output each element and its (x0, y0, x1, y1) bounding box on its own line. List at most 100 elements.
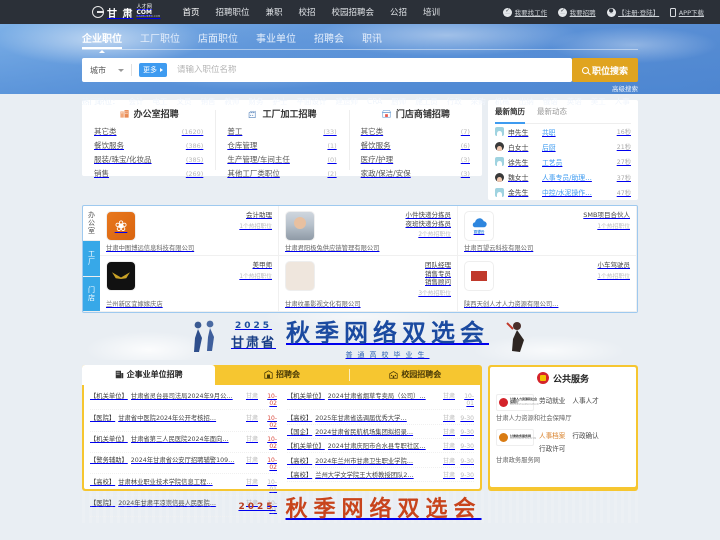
tab-campus-jobfair[interactable]: 校园招聘会 (348, 365, 482, 385)
tab-enterprise-jobs[interactable]: 企业职位 (82, 30, 122, 53)
resume-row[interactable]: 徐先生 工艺员 27秒 (495, 154, 631, 169)
tab-factory-jobs[interactable]: 工厂职位 (140, 30, 180, 49)
news-item[interactable]: 【高校】 兰州大学文学院王大桥教授团队2… 甘肃 9-30 (287, 468, 474, 483)
tab-job-news[interactable]: 职讯 (362, 30, 382, 49)
company-logo-icon: 百望云 (464, 210, 494, 241)
news-title: 甘肃林业职业技术学院信息工程… (118, 478, 213, 486)
tab-latest-resume[interactable]: 最新简历 (495, 106, 525, 124)
news-item[interactable]: 【警务辅助】 2024年甘肃省公安厅招聘辅警109… 甘肃 10-02 (90, 453, 277, 475)
category-item[interactable]: 普工 (33) (227, 125, 336, 139)
tab-job-fair[interactable]: 招聘会 (314, 30, 344, 49)
hot-keyword[interactable]: 护士 (273, 96, 288, 107)
hot-keyword[interactable]: 销售 (201, 96, 216, 107)
hot-keyword[interactable]: 教师 (225, 96, 240, 107)
site-logo[interactable]: 甘 肃 人才网 COM GANSUREN.COM (92, 5, 160, 20)
company-grid: ❀ 会计助理 1个热招职位 甘肃中图博远信息科技有限公司 小件快递分拣员 夜班快… (100, 205, 637, 312)
news-region: 甘肃 (442, 428, 455, 436)
news-item[interactable]: 【国企】 2024甘肃省民航机场集团拟招录… 甘肃 9-30 (287, 425, 474, 440)
hot-keyword[interactable]: 行政 (447, 96, 462, 107)
news-item[interactable]: 【机关单位】 甘肃省灵台县司法局2024年9月公… 甘肃 10-02 (90, 389, 277, 411)
search-button[interactable]: 职位搜索 (572, 58, 638, 82)
news-item[interactable]: 【高校】 2024年兰州市甘肃卫生职业学院… 甘肃 9-30 (287, 453, 474, 468)
hot-keyword[interactable]: 人事 (615, 96, 630, 107)
news-title: 2025年甘肃省选调届优秀大学… (315, 414, 407, 422)
autumn-jobfair-banner-bottom[interactable]: 2025 秋季网络双选会 (82, 490, 638, 523)
service-link[interactable]: 行政确认 (572, 430, 598, 440)
hot-keyword[interactable]: 平面设计 (297, 96, 327, 107)
company-cell[interactable]: 小车驾驶员 1个热招职位 陕西天创人才人力资源有限公司… (458, 255, 637, 312)
category-item[interactable]: 其它类 (7) (361, 125, 470, 139)
news-item[interactable]: 【机关单位】 2024甘肃庆阳市合水县专职社区… 甘肃 9-30 (287, 439, 474, 454)
hot-keyword[interactable]: 会计 (129, 96, 144, 107)
hot-keyword[interactable]: 厨师 (391, 96, 406, 107)
resume-row[interactable]: 金先生 中控/水泥操作… 47秒 (495, 185, 631, 200)
category-item[interactable]: 餐饮服务 (386) (94, 139, 203, 153)
news-item[interactable]: 【高校】 2025年甘肃省选调届优秀大学… 甘肃 9-30 (287, 410, 474, 425)
side-tab-store[interactable]: 门店 (83, 276, 100, 312)
menu-item-campus[interactable]: 校招 (299, 6, 316, 18)
service-link[interactable]: 劳动就业 (539, 395, 565, 405)
tab-enterprise-recruit[interactable]: 企事业单位招聘 (82, 364, 216, 385)
autumn-jobfair-banner[interactable]: 2025 甘肃省 秋季网络双选会 普通高校毕业生 (82, 312, 638, 360)
tab-institution-jobs[interactable]: 事业单位 (256, 30, 296, 49)
category-item[interactable]: 医疗/护理 (3) (361, 153, 470, 167)
company-cell[interactable]: 团队经理 销售专员 销售顾问 3个热招职位 甘肃纹墨影视文化有限公司 (279, 255, 458, 312)
company-cell[interactable]: ❀ 会计助理 1个热招职位 甘肃中图博远信息科技有限公司 (100, 205, 279, 256)
service-link[interactable]: 人事人才 (572, 395, 598, 405)
menu-item-training[interactable]: 培训 (423, 6, 440, 18)
news-title: 2024甘肃省烟草专卖局（公司）… (327, 393, 426, 401)
category-item[interactable]: 其他工厂类职位 (2) (227, 166, 336, 180)
city-selector[interactable]: 城市 (90, 65, 124, 76)
more-filters-button[interactable]: 更多 (139, 63, 167, 77)
office-building-icon (120, 110, 129, 118)
tab-jobfair[interactable]: 招聘会 (215, 365, 348, 385)
register-login-action[interactable]: ● 【注册·登陆】 (606, 7, 659, 17)
side-tab-office[interactable]: 办公室 (83, 206, 100, 242)
hot-keyword[interactable]: 英语 (567, 96, 582, 107)
news-region: 甘肃 (442, 457, 455, 465)
category-item[interactable]: 销售 (269) (94, 166, 203, 180)
hot-keyword[interactable]: CRA (367, 97, 382, 106)
news-item[interactable]: 【机关单位】 甘肃省第三人民医院2024年面向… 甘肃 10-02 (90, 432, 277, 454)
service-link[interactable]: 人事档案 (539, 430, 565, 440)
category-item[interactable]: 其它类 (1620) (94, 125, 203, 139)
resume-row[interactable]: 申先生 共职 16秒 (495, 124, 631, 139)
hot-keyword[interactable]: 财务 (249, 96, 264, 107)
menu-item-home[interactable]: 首页 (182, 6, 199, 18)
menu-item-campus-fair[interactable]: 校园招聘会 (332, 6, 375, 18)
side-tab-factory[interactable]: 工厂 (83, 241, 100, 277)
post-job-action[interactable]: ✓ 我要招聘 (558, 7, 596, 17)
tab-latest-activity[interactable]: 最新动态 (537, 106, 567, 120)
hot-keyword[interactable]: 美工 (591, 96, 606, 107)
tab-store-jobs[interactable]: 店面职位 (198, 30, 238, 49)
company-cell[interactable]: 美甲师 1个热招职位 兰州新区宜嫁嫁庆店 (100, 255, 279, 312)
category-item-count: (1620) (181, 128, 204, 137)
menu-item-parttime[interactable]: 兼职 (265, 6, 282, 18)
resume-row[interactable]: 魏女士 人事专员/助理… 37秒 (495, 170, 631, 185)
hot-keyword[interactable]: 采购 (471, 96, 486, 107)
company-cell[interactable]: 小件快递分拣员 夜班快递分拣员 2个热招职位 甘肃君阳极兔供应链管理有限公司 (279, 205, 458, 256)
news-item[interactable]: 【机关单位】 2024甘肃省烟草专卖局（公司）… 甘肃 10-01 (287, 389, 474, 411)
advanced-search-link[interactable]: 高级搜索 (612, 83, 638, 93)
category-item[interactable]: 家政/保洁/安保 (3) (361, 166, 470, 180)
hot-keyword[interactable]: 施工员 (415, 96, 438, 107)
category-item[interactable]: 生产管理/车间主任 (0) (227, 153, 336, 167)
search-input[interactable] (167, 65, 572, 75)
category-item[interactable]: 仓库管理 (1) (227, 139, 336, 153)
search-button-label: 职位搜索 (591, 66, 628, 77)
category-item[interactable]: 服装/珠宝/化妆品 (385) (94, 153, 203, 167)
company-logo-icon (285, 210, 315, 241)
company-cell[interactable]: 百望云 SMB项目合伙人 1个热招职位 甘肃百望云科技有限公司 (458, 205, 637, 256)
hot-keyword[interactable]: 文员 (177, 96, 192, 107)
category-item[interactable]: 餐饮服务 (6) (361, 139, 470, 153)
resume-row[interactable]: 白女士 后厨 21秒 (495, 139, 631, 154)
menu-item-jobs[interactable]: 招聘职位 (215, 6, 249, 18)
hot-keyword[interactable]: 电工 (153, 96, 168, 107)
find-job-action[interactable]: ✓ 我要找工作 (503, 7, 547, 17)
app-download-action[interactable]: APP下载 (670, 7, 704, 17)
service-link[interactable]: 行政许可 (539, 443, 565, 453)
news-item[interactable]: 【医院】 甘肃省中医院2024年公开考核招… 甘肃 10-02 (90, 410, 277, 432)
avatar (495, 142, 504, 152)
hot-keyword[interactable]: 建造师 (336, 96, 359, 107)
menu-item-public-recruit[interactable]: 公招 (390, 6, 407, 18)
